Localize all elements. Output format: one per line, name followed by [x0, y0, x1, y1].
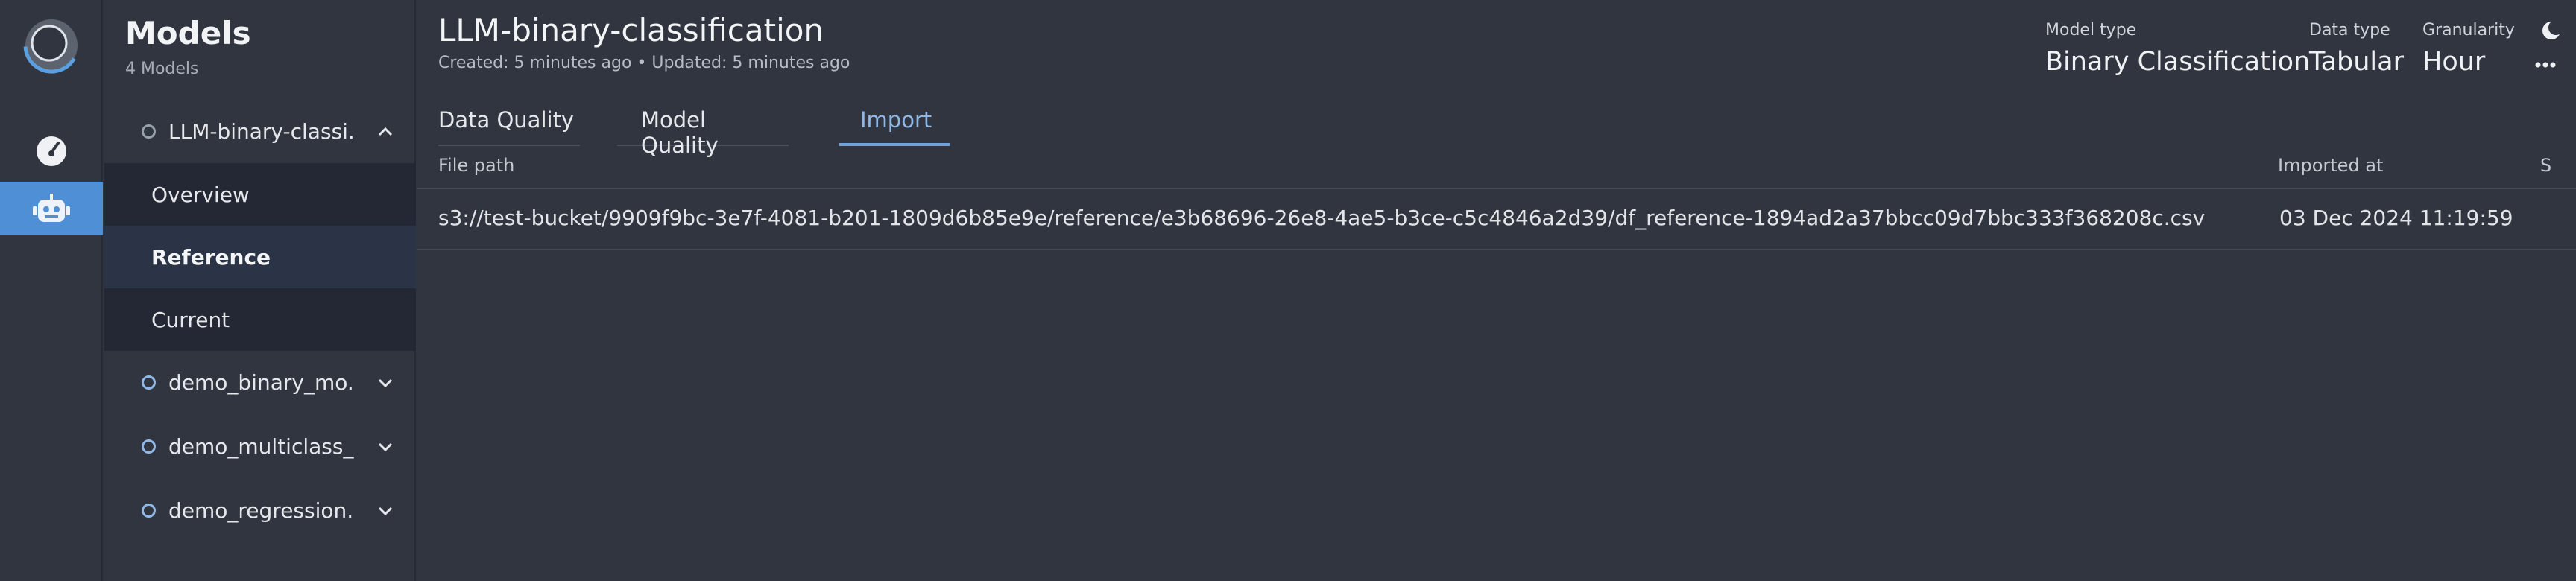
dashboard-nav-button[interactable] [0, 124, 103, 178]
icon-rail [0, 0, 103, 581]
column-header-imported-at[interactable]: Imported at [2278, 155, 2383, 176]
column-header-s[interactable]: S [2540, 155, 2551, 176]
model-item-llm-binary[interactable]: LLM-binary-classi... [104, 101, 416, 161]
tab-model-quality[interactable]: Model Quality [617, 104, 789, 158]
status-dot [142, 375, 156, 390]
file-path-cell: s3://test-bucket/9909f9bc-3e7f-4081-b201… [438, 206, 2206, 230]
data-type-block: Data type Tabular [2309, 21, 2404, 77]
status-dot [142, 503, 156, 518]
model-type-label: Model type [2045, 21, 2137, 39]
table-header: File path Imported at S [417, 149, 2576, 189]
chevron-down-icon[interactable] [376, 373, 395, 393]
sidebar-subitem-overview[interactable]: Overview [104, 163, 416, 226]
model-item-label: demo_multiclass_... [168, 434, 355, 459]
model-type-block: Model type Binary Classification [2045, 21, 2310, 77]
more-options-icon[interactable] [2534, 60, 2557, 70]
model-item-demo-regression[interactable]: demo_regression... [104, 480, 416, 540]
column-header-file-path[interactable]: File path [438, 155, 514, 176]
chevron-down-icon[interactable] [376, 501, 395, 521]
model-count: 4 Models [125, 60, 199, 78]
sidebar-title: Models [125, 15, 251, 51]
model-type-value: Binary Classification [2045, 47, 2311, 77]
granularity-value: Hour [2422, 47, 2486, 77]
model-item-label: LLM-binary-classi... [168, 118, 355, 144]
page-meta: Created: 5 minutes ago • Updated: 5 minu… [438, 54, 850, 72]
model-item-label: demo_regression... [168, 498, 355, 523]
sidebar-subitem-current[interactable]: Current [104, 288, 416, 351]
moon-icon[interactable] [2540, 19, 2563, 42]
tab-import[interactable]: Import [839, 104, 950, 146]
model-item-demo-multiclass[interactable]: demo_multiclass_... [104, 416, 416, 476]
logo-icon[interactable] [22, 16, 80, 74]
granularity-label: Granularity [2422, 21, 2515, 39]
status-dot [142, 439, 156, 454]
model-item-demo-binary[interactable]: demo_binary_mo... [104, 352, 416, 412]
models-sidebar: Models 4 Models LLM-binary-classi... Ove… [104, 0, 416, 581]
model-item-label: demo_binary_mo... [168, 369, 355, 395]
sidebar-subitem-reference[interactable]: Reference [104, 226, 416, 288]
speedometer-icon [37, 136, 66, 166]
table-row[interactable]: s3://test-bucket/9909f9bc-3e7f-4081-b201… [417, 191, 2576, 250]
chevron-down-icon[interactable] [376, 437, 395, 457]
models-nav-button[interactable] [0, 182, 103, 235]
robot-icon [33, 194, 70, 222]
data-type-value: Tabular [2309, 47, 2404, 77]
status-dot [142, 124, 156, 139]
chevron-up-icon[interactable] [376, 122, 395, 142]
page-title: LLM-binary-classification [438, 12, 824, 48]
granularity-block: Granularity Hour [2422, 21, 2515, 77]
imported-at-cell: 03 Dec 2024 11:19:59 [2279, 206, 2513, 230]
data-type-label: Data type [2309, 21, 2390, 39]
tab-data-quality[interactable]: Data Quality [438, 104, 580, 146]
main-content: LLM-binary-classification Created: 5 min… [417, 0, 2576, 581]
